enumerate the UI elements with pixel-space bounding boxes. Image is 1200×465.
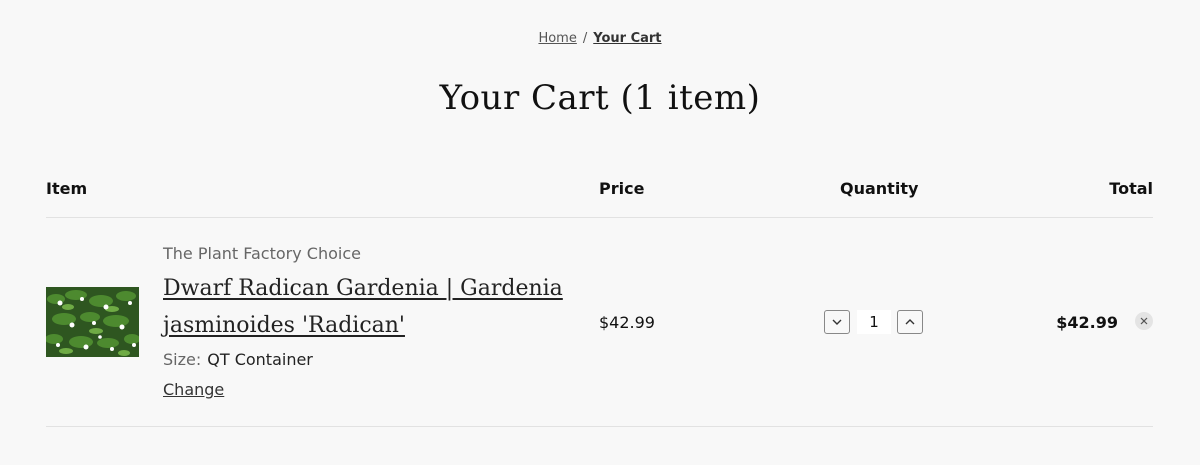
breadcrumb: Home / Your Cart: [0, 31, 1200, 46]
unit-price: $42.99: [599, 313, 655, 332]
page-title: Your Cart (1 item): [439, 78, 761, 118]
breadcrumb-current-link[interactable]: Your Cart: [593, 31, 661, 46]
close-icon: [1140, 317, 1148, 325]
variant-label: Size:: [163, 350, 202, 369]
change-variant-link[interactable]: Change: [163, 380, 224, 399]
column-header-total: Total: [1109, 179, 1153, 198]
chevron-up-icon: [905, 319, 915, 325]
quantity-input[interactable]: [857, 310, 891, 334]
variant-value: QT Container: [207, 350, 313, 369]
gardenia-product-photo-icon: [46, 287, 139, 357]
increase-quantity-button[interactable]: [897, 310, 923, 334]
product-variant: Size: QT Container: [163, 350, 313, 369]
cart-page: Home / Your Cart Your Cart (1 item) Item P…: [0, 0, 1200, 465]
breadcrumb-home-link[interactable]: Home: [538, 31, 576, 46]
product-vendor: The Plant Factory Choice: [163, 244, 361, 263]
column-header-price: Price: [599, 179, 645, 198]
product-title-link[interactable]: Dwarf Radican Gardenia | Gardenia jasmin…: [163, 270, 583, 344]
column-header-quantity: Quantity: [840, 179, 919, 198]
row-divider: [46, 426, 1153, 427]
line-total: $42.99: [1056, 313, 1118, 332]
remove-item-button[interactable]: [1135, 312, 1153, 330]
decrease-quantity-button[interactable]: [824, 310, 850, 334]
cart-table-header: Item Price Quantity Total: [46, 179, 1153, 199]
header-divider: [46, 217, 1153, 218]
quantity-stepper: [824, 310, 925, 334]
product-thumbnail[interactable]: [46, 287, 139, 357]
chevron-down-icon: [832, 319, 842, 325]
column-header-item: Item: [46, 179, 88, 198]
breadcrumb-separator: /: [582, 31, 588, 46]
